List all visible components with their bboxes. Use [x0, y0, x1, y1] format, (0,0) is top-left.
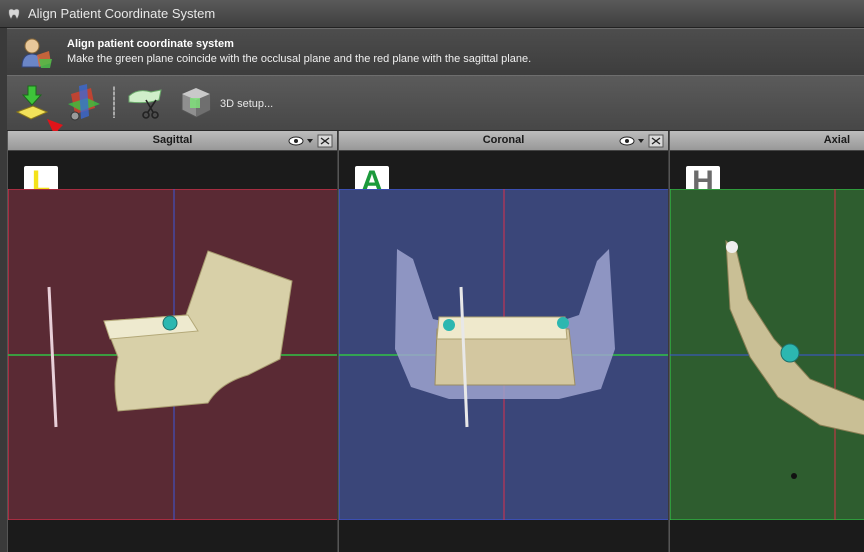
header-subtitle: Make the green plane coincide with the o… [67, 53, 532, 65]
instruction-header: Align patient coordinate system Make the… [7, 28, 864, 75]
scissors-cut-icon [128, 89, 162, 119]
sagittal-plane [8, 189, 337, 520]
viewport-coronal[interactable]: Coronal A [338, 131, 668, 552]
coronal-plane [339, 189, 668, 520]
viewport-header: Coronal [339, 131, 668, 151]
viewport-controls[interactable] [288, 134, 334, 148]
toolbar-separator [113, 86, 115, 118]
viewport-header: Sagittal [8, 131, 337, 151]
window-title: Align Patient Coordinate System [28, 6, 216, 21]
app-window: Align Patient Coordinate System Align pa… [0, 0, 864, 552]
title-bar[interactable]: Align Patient Coordinate System [0, 0, 864, 28]
patient-coordinate-icon [21, 38, 52, 68]
axial-plane [670, 189, 864, 520]
3d-setup-label[interactable]: 3D setup... [220, 98, 273, 110]
3d-setup-button[interactable] [177, 82, 215, 122]
header-title: Align patient coordinate system [67, 38, 234, 50]
viewport-axial[interactable]: Axial H [669, 131, 864, 552]
viewport-header: Axial [670, 131, 864, 151]
viewport-title: Axial [823, 134, 850, 146]
viewport-sagittal[interactable]: Sagittal L [7, 131, 337, 552]
cut-button[interactable] [126, 82, 164, 122]
tooth-app-icon [8, 8, 20, 20]
viewport-controls[interactable] [619, 134, 665, 148]
cube-3d-icon [181, 87, 211, 118]
toolbar: 3D setup... [7, 75, 864, 131]
